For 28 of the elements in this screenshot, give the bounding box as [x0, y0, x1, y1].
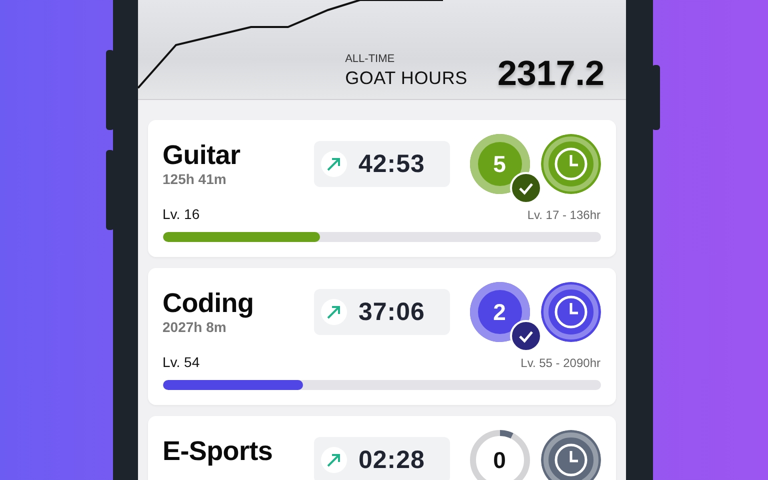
timer-value: 42:53 — [358, 150, 425, 178]
activity-name: E-Sports — [162, 437, 274, 467]
stat-label: GOAT HOURS — [345, 68, 468, 89]
timer-display[interactable]: 02:28 — [314, 437, 450, 480]
timer-value: 02:28 — [358, 446, 425, 474]
check-icon — [510, 172, 542, 204]
level-label: Lv. 54 — [162, 354, 200, 370]
total-hours: 2317.2 — [497, 56, 604, 91]
activity-card[interactable]: E-Sports 02:28 0 — [148, 416, 616, 480]
activity-name: Coding — [162, 289, 255, 319]
total-time: 125h 41m — [162, 170, 228, 187]
activity-card[interactable]: Guitar 125h 41m 42:53 5 Lv. 16 Lv. 17 - 136hr — [148, 120, 616, 257]
level-label: Lv. 16 — [162, 206, 200, 222]
check-icon — [510, 320, 542, 352]
count-badge[interactable]: 0 — [470, 430, 530, 480]
clock-icon[interactable] — [540, 430, 600, 480]
next-level-label: Lv. 17 - 136hr — [527, 208, 600, 222]
activity-name: Guitar — [162, 141, 242, 171]
count-badge[interactable]: 2 — [470, 282, 530, 342]
next-level-label: Lv. 55 - 2090hr — [520, 356, 600, 370]
timer-value: 37:06 — [358, 298, 425, 326]
total-time: 2027h 8m — [162, 318, 228, 335]
timer-display[interactable]: 37:06 — [314, 289, 450, 335]
clock-icon[interactable] — [540, 134, 600, 194]
caption: ALL-TIME — [345, 53, 396, 65]
clock-icon[interactable] — [540, 282, 600, 342]
activity-card[interactable]: Coding 2027h 8m 37:06 2 Lv. 54 Lv. 55 - 2090hr — [148, 268, 616, 405]
timer-display[interactable]: 42:53 — [314, 141, 450, 187]
